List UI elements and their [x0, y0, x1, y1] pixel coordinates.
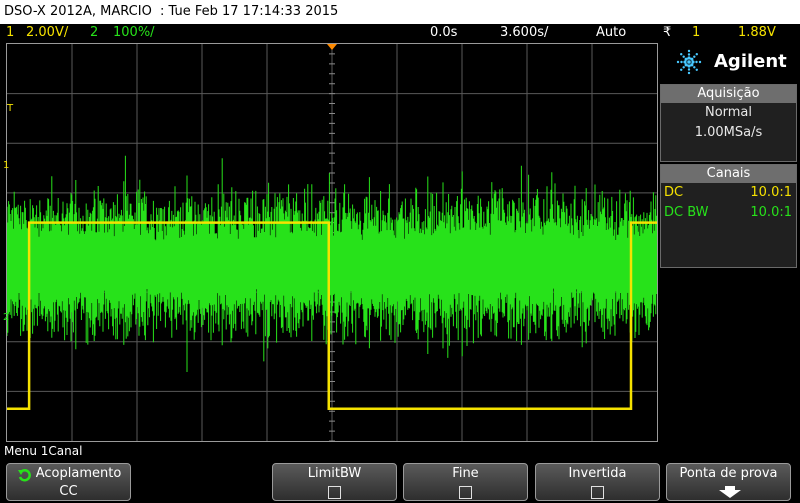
spark-dot — [693, 55, 696, 58]
ch2-probe-ratio: 10.0:1 — [750, 205, 792, 220]
acquisition-box[interactable]: Aquisição Normal 1.00MSa/s — [660, 84, 797, 162]
coupling-softkey[interactable]: Acoplamento CC — [6, 463, 131, 501]
spark-dot — [684, 63, 688, 67]
ch1-coupling: DC — [664, 185, 684, 200]
timestamp-label: : Tue Feb 17 17:14:33 2015 — [160, 4, 339, 19]
ch2-coupling: DC BW — [664, 205, 709, 220]
limitbw-checkbox[interactable] — [328, 486, 341, 499]
spark-dot — [698, 60, 702, 64]
menu-title: Menu 1Canal — [4, 444, 83, 458]
waveform-plot — [7, 44, 657, 441]
spark-dot — [695, 68, 698, 71]
spark-dot — [687, 64, 691, 68]
spark-dot — [690, 57, 694, 61]
trigger-source[interactable]: 1 — [692, 25, 700, 40]
fine-checkbox[interactable] — [459, 486, 472, 499]
trigger-level[interactable]: 1.88V — [738, 25, 776, 40]
probe-softkey[interactable]: Ponta de prova — [666, 463, 791, 501]
channels-box[interactable]: Canais DC 10.0:1 DC BW 10.0:1 — [660, 164, 797, 268]
ch1-scale[interactable]: 2.00V/ — [26, 25, 68, 40]
spark-dot — [687, 53, 691, 56]
acquisition-header: Aquisição — [661, 85, 796, 103]
channels-header: Canais — [661, 165, 796, 183]
arrow-down-icon — [719, 486, 741, 498]
brand-area: Agilent — [660, 43, 797, 81]
spark-dot — [684, 57, 688, 61]
trigger-mode[interactable]: Auto — [596, 25, 626, 40]
ch2-info-row: DC BW 10.0:1 — [661, 203, 796, 223]
spark-dot — [690, 63, 694, 67]
ch2-number[interactable]: 2 — [90, 25, 98, 40]
spark-dot — [693, 66, 696, 69]
time-scale[interactable]: 3.600s/ — [500, 25, 548, 40]
probe-label: Ponta de prova — [679, 466, 778, 481]
ch1-number[interactable]: 1 — [6, 25, 14, 40]
info-panel: Agilent Aquisição Normal 1.00MSa/s Canai… — [660, 43, 797, 268]
spark-dot — [680, 60, 683, 64]
spark-dot — [680, 68, 683, 71]
title-bar: DSO-X 2012A, MARCIO : Tue Feb 17 17:14:3… — [0, 0, 800, 24]
limitbw-softkey[interactable]: LimitBW — [272, 463, 397, 501]
ch1-info-row: DC 10.0:1 — [661, 183, 796, 203]
spark-dot — [680, 53, 683, 56]
waveform-display[interactable] — [6, 43, 658, 442]
time-offset[interactable]: 0.0s — [430, 25, 457, 40]
agilent-spark-icon — [676, 49, 702, 75]
trigger-level-marker[interactable]: T — [7, 103, 13, 114]
ch2-scale[interactable]: 100%/ — [113, 25, 155, 40]
coupling-value: CC — [59, 484, 78, 499]
brand-name: Agilent — [714, 51, 787, 72]
spark-core — [687, 60, 691, 64]
fine-softkey[interactable]: Fine — [403, 463, 528, 501]
spark-dot — [687, 71, 691, 75]
ch1-ground-marker[interactable]: 1 — [3, 160, 9, 171]
spark-dot — [682, 55, 685, 58]
spark-dot — [683, 60, 687, 64]
trigger-edge-icon: ₹ — [663, 25, 672, 40]
invert-checkbox[interactable] — [591, 486, 604, 499]
spark-dot — [676, 60, 680, 64]
coupling-label: Acoplamento — [35, 466, 122, 481]
spark-dot — [687, 56, 691, 60]
spark-dot — [695, 60, 698, 64]
spark-dot — [687, 68, 691, 71]
spark-dot — [682, 66, 685, 69]
scope-model-label: DSO-X 2012A, MARCIO — [4, 4, 152, 19]
invert-softkey[interactable]: Invertida — [535, 463, 660, 501]
fine-label: Fine — [452, 466, 479, 481]
ch2-ground-marker[interactable]: 2 — [3, 312, 9, 323]
sample-rate: 1.00MSa/s — [694, 125, 763, 140]
trigger-position-marker — [327, 44, 337, 50]
limitbw-label: LimitBW — [307, 466, 362, 481]
acquisition-mode: Normal — [704, 105, 753, 120]
spark-dot — [691, 60, 695, 64]
invert-label: Invertida — [568, 466, 627, 481]
status-line: 1 2.00V/ 2 100%/ 0.0s 3.600s/ Auto ₹ 1 1… — [0, 24, 800, 42]
ch1-probe-ratio: 10.0:1 — [750, 185, 792, 200]
spark-dot — [695, 53, 698, 56]
spark-dot — [687, 49, 691, 53]
